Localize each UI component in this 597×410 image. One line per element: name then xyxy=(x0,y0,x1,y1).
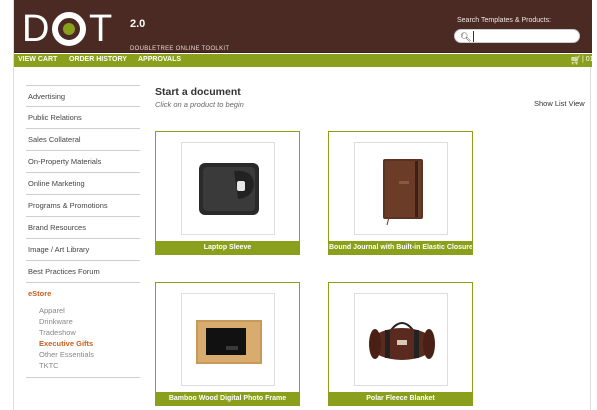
product-image[interactable] xyxy=(354,142,448,235)
sidebar-item-sales-collateral[interactable]: Sales Collateral xyxy=(26,129,140,151)
top-nav: VIEW CART ORDER HISTORY APPROVALS 🛒︎ | 0… xyxy=(14,54,594,67)
sidebar-item-on-property[interactable]: On-Property Materials xyxy=(26,151,140,173)
nav-view-cart[interactable]: VIEW CART xyxy=(18,56,57,63)
submenu-item-other-essentials[interactable]: Other Essentials xyxy=(39,349,140,360)
laptop-sleeve-image xyxy=(199,163,259,215)
search-box[interactable]: 🔍︎ xyxy=(454,29,580,43)
page-title: Start a document xyxy=(155,86,241,98)
product-image[interactable] xyxy=(181,293,275,386)
submenu-item-tradeshow[interactable]: Tradeshow xyxy=(39,327,140,338)
product-card-bamboo-frame[interactable]: Bamboo Wood Digital Photo Frame xyxy=(155,282,300,406)
sidebar: Advertising Public Relations Sales Colla… xyxy=(26,85,140,378)
sidebar-item-image-art-library[interactable]: Image / Art Library xyxy=(26,239,140,261)
nav-approvals[interactable]: APPROVALS xyxy=(138,56,181,63)
sidebar-item-online-marketing[interactable]: Online Marketing xyxy=(26,173,140,195)
estore-submenu: Apparel Drinkware Tradeshow Executive Gi… xyxy=(26,305,140,378)
cart-icon[interactable]: 🛒︎ xyxy=(570,55,581,65)
logo-letter-d: D xyxy=(22,8,49,50)
logo-version: 2.0 xyxy=(130,18,146,30)
logo-circle-icon xyxy=(52,12,86,46)
sidebar-item-best-practices[interactable]: Best Practices Forum xyxy=(26,261,140,283)
product-label[interactable]: Laptop Sleeve xyxy=(156,241,299,254)
journal-image xyxy=(383,159,423,226)
show-list-view-link[interactable]: Show List View xyxy=(534,99,585,108)
product-card-bound-journal[interactable]: Bound Journal with Built-in Elastic Clos… xyxy=(328,131,473,255)
nav-order-history[interactable]: ORDER HISTORY xyxy=(69,56,127,63)
submenu-item-drinkware[interactable]: Drinkware xyxy=(39,316,140,327)
sidebar-item-public-relations[interactable]: Public Relations xyxy=(26,107,140,129)
product-label[interactable]: Bamboo Wood Digital Photo Frame xyxy=(156,392,299,405)
dot-logo[interactable]: D T 2.0 DOUBLETREE ONLINE TOOLKIT xyxy=(22,8,229,52)
blanket-image xyxy=(369,322,435,360)
sidebar-item-brand-resources[interactable]: Brand Resources xyxy=(26,217,140,239)
product-image[interactable] xyxy=(181,142,275,235)
search-label: Search Templates & Products: xyxy=(457,17,552,24)
sidebar-item-programs-promotions[interactable]: Programs & Promotions xyxy=(26,195,140,217)
photo-frame-image xyxy=(196,320,262,364)
submenu-item-executive-gifts[interactable]: Executive Gifts xyxy=(39,338,140,349)
header: D T 2.0 DOUBLETREE ONLINE TOOLKIT Search… xyxy=(14,0,592,53)
search-input[interactable] xyxy=(473,31,573,42)
product-label[interactable]: Bound Journal with Built-in Elastic Clos… xyxy=(329,241,472,254)
sidebar-item-estore[interactable]: eStore xyxy=(26,283,140,305)
product-image[interactable] xyxy=(354,293,448,386)
submenu-item-tktc[interactable]: TKTC xyxy=(39,360,140,371)
product-card-laptop-sleeve[interactable]: Laptop Sleeve xyxy=(155,131,300,255)
submenu-item-apparel[interactable]: Apparel xyxy=(39,305,140,316)
cart-count[interactable]: | 01 xyxy=(582,56,594,63)
logo-subtitle: DOUBLETREE ONLINE TOOLKIT xyxy=(130,46,230,52)
product-card-fleece-blanket[interactable]: Polar Fleece Blanket xyxy=(328,282,473,406)
page-subtitle: Click on a product to begin xyxy=(155,100,244,109)
search-icon[interactable]: 🔍︎ xyxy=(460,31,471,43)
page-frame: D T 2.0 DOUBLETREE ONLINE TOOLKIT Search… xyxy=(13,0,594,410)
logo-letter-t: T xyxy=(89,8,113,50)
sidebar-item-advertising[interactable]: Advertising xyxy=(26,85,140,107)
product-label[interactable]: Polar Fleece Blanket xyxy=(329,392,472,405)
